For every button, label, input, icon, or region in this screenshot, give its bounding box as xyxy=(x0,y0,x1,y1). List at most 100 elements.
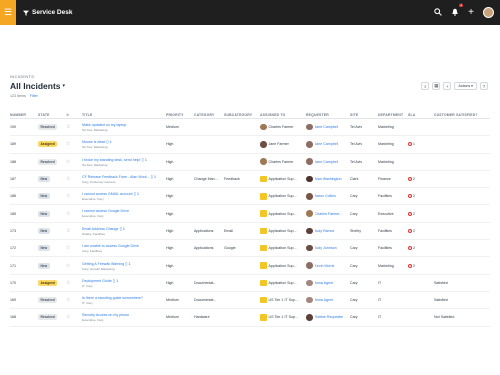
requester[interactable]: Charles Farmer... xyxy=(306,210,348,217)
column-header-site[interactable]: SITE xyxy=(350,113,378,117)
incident-number[interactable]: 186 xyxy=(10,194,38,198)
assigned-to[interactable]: Jane Farmer xyxy=(260,141,304,148)
table-row[interactable]: 172 New ☆ I am unable to access Google Driv… xyxy=(10,240,490,258)
star-icon[interactable]: ☆ xyxy=(66,159,70,165)
assigned-to[interactable]: Application Sup... xyxy=(260,262,304,269)
requester[interactable]: Jane Campbell xyxy=(306,141,348,148)
comment-icon[interactable]: ▯ xyxy=(113,278,115,283)
requester[interactable]: Robbie Requester xyxy=(306,314,348,321)
requester[interactable]: Aaron Collins xyxy=(306,193,348,200)
table-row[interactable]: 190 Resolved ☆ Make updated on my laptop Tel… xyxy=(10,119,490,137)
user-avatar[interactable] xyxy=(483,7,494,18)
table-row[interactable]: 171 New ☆ Getting A Firewall Warning▯1 Cary,… xyxy=(10,257,490,275)
incident-title-link[interactable]: Is there a standing guide somewhere? xyxy=(82,296,164,300)
search-icon[interactable] xyxy=(434,7,442,18)
incident-title-link[interactable]: Mouse is dead▯1 xyxy=(82,139,164,144)
page-title[interactable]: All Incidents xyxy=(10,81,61,91)
table-row[interactable]: 169 Resolved ☆ Is there a standing guide so… xyxy=(10,292,490,310)
star-icon[interactable]: ☆ xyxy=(66,211,70,217)
comment-icon[interactable]: ▯ xyxy=(151,174,153,179)
incident-number[interactable]: 190 xyxy=(10,125,38,129)
assigned-to[interactable]: Application Sup... xyxy=(260,210,304,217)
assigned-to[interactable]: Charles Farmer xyxy=(260,123,304,131)
star-icon[interactable]: ☆ xyxy=(66,124,70,130)
incident-title-link[interactable]: Email Address Change▯1 xyxy=(82,226,164,231)
star-icon[interactable]: ☆ xyxy=(66,176,70,182)
column-header-requester[interactable]: REQUESTER xyxy=(306,113,350,117)
requester[interactable]: Judy Ramos xyxy=(306,227,348,235)
bell-icon[interactable]: 1 xyxy=(451,3,464,18)
star-icon[interactable]: ☆ xyxy=(66,263,70,269)
hamburger-icon[interactable]: ☰ xyxy=(0,0,16,25)
table-row[interactable]: 170 Assigned ☆ Deployment Guide▯1 IT, Cary Hi… xyxy=(10,275,490,292)
column-header-number[interactable]: NUMBER xyxy=(10,113,38,117)
incident-title-link[interactable]: Make updated on my laptop xyxy=(82,123,164,127)
add-icon[interactable]: + xyxy=(443,82,452,90)
breadcrumb[interactable]: INCIDENTS xyxy=(10,74,490,79)
column-header-satisfaction[interactable]: CUSTOMER SATISFIED? xyxy=(434,113,490,117)
requester[interactable]: Jane Campbell xyxy=(306,158,348,165)
assigned-to[interactable]: Application Sup... xyxy=(260,244,304,252)
star-icon[interactable]: ☆ xyxy=(66,141,70,147)
help-icon[interactable]: ? xyxy=(480,82,488,90)
requester[interactable]: Kevin Morris xyxy=(306,262,348,269)
star-icon[interactable]: ☆ xyxy=(66,228,70,234)
chevron-down-icon[interactable]: ▾ xyxy=(63,83,66,89)
table-row[interactable]: 189 Assigned ☆ Mouse is dead▯1 Tel Aviv, Mar… xyxy=(10,136,490,154)
comment-icon[interactable]: ▯ xyxy=(142,157,144,162)
assigned-to[interactable]: Application Sup... xyxy=(260,227,304,235)
assigned-to[interactable]: US Tier 1 IT Sup... xyxy=(260,314,304,321)
assigned-to[interactable]: US Tier 1 IT Sup... xyxy=(260,296,304,304)
incident-number[interactable]: 171 xyxy=(10,264,38,268)
incident-title-link[interactable]: Security Access on my phone xyxy=(82,313,164,317)
incident-title-link[interactable]: I cannot access Google Drive xyxy=(82,209,164,213)
incident-number[interactable]: 170 xyxy=(10,281,38,285)
star-icon[interactable]: ☆ xyxy=(66,193,70,199)
incident-title-link[interactable]: I am unable to access Google Drive xyxy=(82,244,164,248)
incident-number[interactable]: 185 xyxy=(10,212,38,216)
column-header-assigned-to[interactable]: ASSIGNED TO xyxy=(260,113,306,117)
requester[interactable]: Anna Agent xyxy=(306,296,348,304)
column-header-priority[interactable]: PRIORITY xyxy=(166,113,194,117)
column-header-state[interactable]: STATE xyxy=(38,113,66,117)
filter-link[interactable]: Filter xyxy=(30,94,38,98)
requester[interactable]: Jody Johnson xyxy=(306,244,348,252)
app-brand[interactable]: Service Desk xyxy=(23,9,72,16)
search-icon[interactable]: ⌕ xyxy=(421,82,430,90)
incident-number[interactable]: 172 xyxy=(10,246,38,250)
column-header-category[interactable]: CATEGORY xyxy=(194,113,224,117)
incident-number[interactable]: 173 xyxy=(10,229,38,233)
incident-number[interactable]: 189 xyxy=(10,142,38,146)
incident-number[interactable]: 169 xyxy=(10,298,38,302)
incident-number[interactable]: 188 xyxy=(10,160,38,164)
incident-title-link[interactable]: Deployment Guide▯1 xyxy=(82,278,164,283)
column-header-title[interactable]: TITLE xyxy=(82,113,166,117)
assigned-to[interactable]: Application Sup... xyxy=(260,193,304,200)
table-row[interactable]: 186 New ☆ I cannot access GMAIL account▯1 Ex… xyxy=(10,188,490,206)
assigned-to[interactable]: Application Sup... xyxy=(260,279,304,287)
grid-view-icon[interactable]: ▦ xyxy=(432,82,441,90)
table-row[interactable]: 185 New ☆ I cannot access Google Drive Execu… xyxy=(10,205,490,223)
table-row[interactable]: 168 Resolved ☆ Security Access on my phone E… xyxy=(10,309,490,327)
requester[interactable]: Anna Agent xyxy=(306,279,348,287)
table-row[interactable]: 173 New ☆ Email Address Change▯1 Shelby, Fac… xyxy=(10,223,490,241)
table-row[interactable]: 187 New ☆ CF Release Feedback Form - Alan W… xyxy=(10,171,490,189)
star-icon[interactable]: ☆ xyxy=(66,245,70,251)
comment-icon[interactable]: ▯ xyxy=(120,226,122,231)
star-icon[interactable]: ☆ xyxy=(66,280,70,286)
requester[interactable]: Alan Washington xyxy=(306,175,348,183)
plus-icon[interactable]: + xyxy=(468,7,474,18)
requester[interactable]: Jane Campbell xyxy=(306,123,348,131)
incident-title-link[interactable]: I cannot access GMAIL account▯1 xyxy=(82,191,164,196)
star-icon[interactable]: ☆ xyxy=(66,297,70,303)
actions-dropdown[interactable]: Actions ▾ xyxy=(454,82,477,90)
assigned-to[interactable]: Application Sup... xyxy=(260,175,304,183)
star-icon[interactable]: ☆ xyxy=(66,314,70,320)
table-row[interactable]: 188 Resolved ☆ I broke my standing desk, se… xyxy=(10,154,490,171)
assigned-to[interactable]: Charles Farmer xyxy=(260,158,304,165)
incident-number[interactable]: 187 xyxy=(10,177,38,181)
comment-icon[interactable]: ▯ xyxy=(134,191,136,196)
incident-title-link[interactable]: I broke my standing desk, send help!▯1 xyxy=(82,157,164,162)
column-header-department[interactable]: DEPARTMENT xyxy=(378,113,408,117)
incident-number[interactable]: 168 xyxy=(10,315,38,319)
